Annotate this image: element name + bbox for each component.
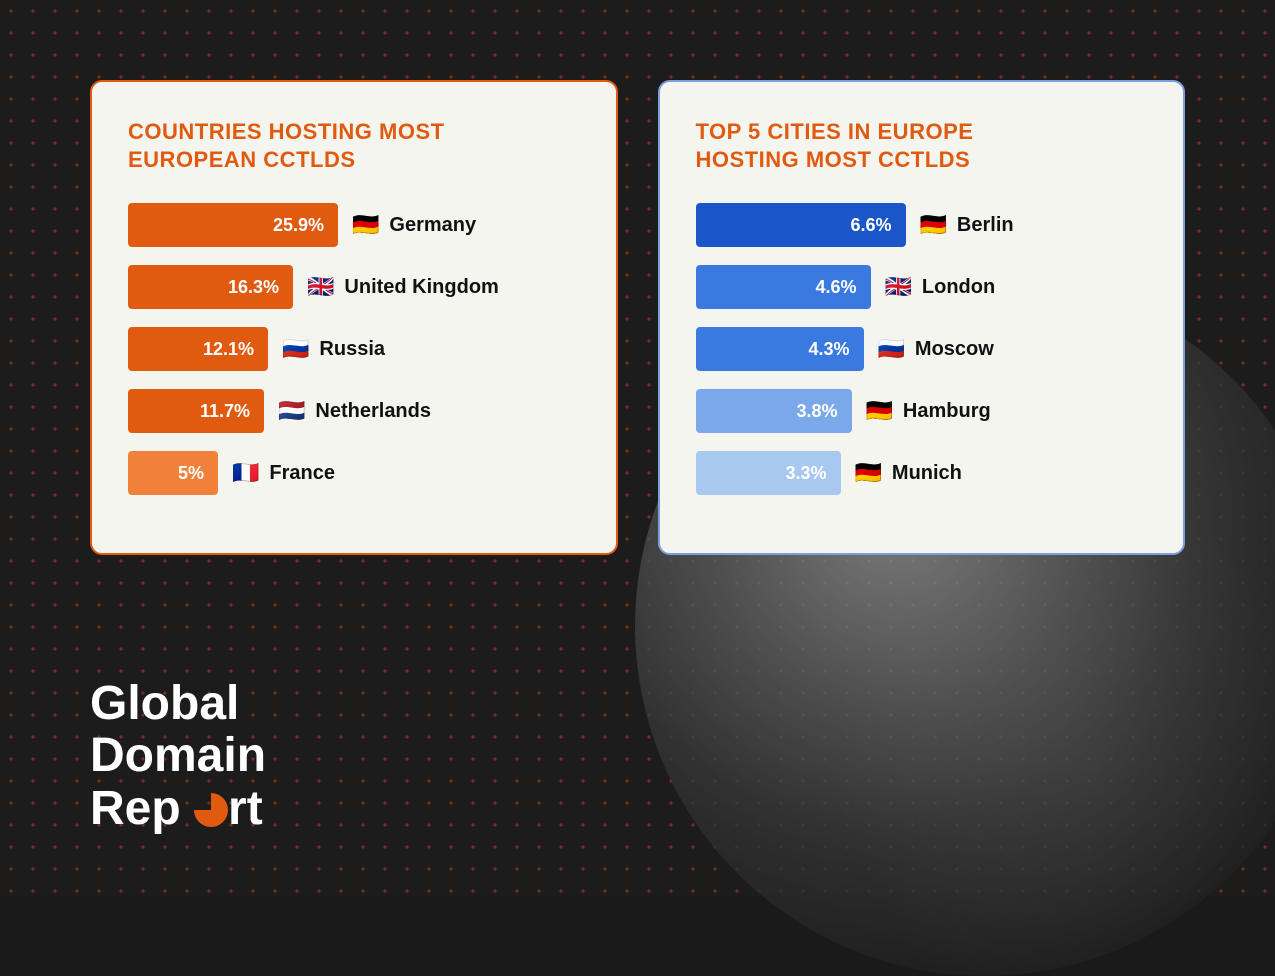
left-card-title: COUNTRIES HOSTING MOSTEUROPEAN CCTLDS xyxy=(128,118,580,173)
country-name: United Kingdom xyxy=(344,276,498,299)
bar-pct: 3.3% xyxy=(785,463,826,484)
country-name: Russia xyxy=(319,338,385,361)
bar-pct: 11.7% xyxy=(200,401,250,422)
logo-line3: Rep rt xyxy=(90,782,263,835)
country-russia: 🇷🇺 Russia xyxy=(282,336,385,362)
flag-netherlands: 🇳🇱 xyxy=(278,398,305,424)
country-name: France xyxy=(269,462,335,485)
city-hamburg: 🇩🇪 Hamburg xyxy=(866,398,991,424)
bar-row: 16.3% 🇬🇧 United Kingdom xyxy=(128,265,580,309)
bar-pct: 12.1% xyxy=(203,339,254,360)
bar-uk: 16.3% xyxy=(128,265,293,309)
bar-moscow: 4.3% xyxy=(696,327,864,371)
logo-text: Global Domain Rep rt xyxy=(90,678,266,836)
left-card: COUNTRIES HOSTING MOSTEUROPEAN CCTLDS 25… xyxy=(90,80,618,555)
logo-line2: Domain xyxy=(90,729,266,782)
cards-container: COUNTRIES HOSTING MOSTEUROPEAN CCTLDS 25… xyxy=(90,80,1185,555)
city-london: 🇬🇧 London xyxy=(885,274,996,300)
flag-france: 🇫🇷 xyxy=(232,460,259,486)
country-france: 🇫🇷 France xyxy=(232,460,335,486)
flag-germany-hamburg: 🇩🇪 xyxy=(866,398,893,424)
bar-row: 11.7% 🇳🇱 Netherlands xyxy=(128,389,580,433)
flag-germany: 🇩🇪 xyxy=(352,212,379,238)
country-name: Germany xyxy=(389,214,476,237)
bar-netherlands: 11.7% xyxy=(128,389,264,433)
city-name: London xyxy=(922,276,995,299)
bar-row: 6.6% 🇩🇪 Berlin xyxy=(696,203,1148,247)
bar-france: 5% xyxy=(128,451,218,495)
bar-pct: 4.3% xyxy=(808,339,849,360)
flag-germany-munich: 🇩🇪 xyxy=(855,460,882,486)
bar-row: 3.8% 🇩🇪 Hamburg xyxy=(696,389,1148,433)
city-name: Hamburg xyxy=(903,400,991,423)
bar-berlin: 6.6% xyxy=(696,203,906,247)
bar-row: 4.3% 🇷🇺 Moscow xyxy=(696,327,1148,371)
flag-russia-moscow: 🇷🇺 xyxy=(878,336,905,362)
bar-pct: 16.3% xyxy=(228,277,279,298)
city-name: Munich xyxy=(892,462,962,485)
bar-hamburg: 3.8% xyxy=(696,389,852,433)
logo-line1: Global xyxy=(90,677,239,730)
country-uk: 🇬🇧 United Kingdom xyxy=(307,274,499,300)
logo-o-icon xyxy=(194,793,228,827)
city-name: Moscow xyxy=(915,338,994,361)
flag-uk-london: 🇬🇧 xyxy=(885,274,912,300)
bar-pct: 5% xyxy=(178,463,204,484)
bar-row: 4.6% 🇬🇧 London xyxy=(696,265,1148,309)
bar-pct: 6.6% xyxy=(850,215,891,236)
flag-uk: 🇬🇧 xyxy=(307,274,334,300)
bar-munich: 3.3% xyxy=(696,451,841,495)
right-card-title: TOP 5 CITIES IN EUROPEHOSTING MOST CCTLD… xyxy=(696,118,1148,173)
right-card: TOP 5 CITIES IN EUROPEHOSTING MOST CCTLD… xyxy=(658,80,1186,555)
bar-pct: 3.8% xyxy=(796,401,837,422)
country-name: Netherlands xyxy=(315,400,431,423)
logo: Global Domain Rep rt xyxy=(90,678,266,836)
bar-germany: 25.9% xyxy=(128,203,338,247)
flag-russia: 🇷🇺 xyxy=(282,336,309,362)
city-berlin: 🇩🇪 Berlin xyxy=(920,212,1014,238)
city-munich: 🇩🇪 Munich xyxy=(855,460,962,486)
bar-pct: 4.6% xyxy=(815,277,856,298)
bar-london: 4.6% xyxy=(696,265,871,309)
flag-germany-berlin: 🇩🇪 xyxy=(920,212,947,238)
city-name: Berlin xyxy=(957,214,1014,237)
country-netherlands: 🇳🇱 Netherlands xyxy=(278,398,431,424)
city-moscow: 🇷🇺 Moscow xyxy=(878,336,994,362)
bar-row: 12.1% 🇷🇺 Russia xyxy=(128,327,580,371)
bar-russia: 12.1% xyxy=(128,327,268,371)
bar-row: 5% 🇫🇷 France xyxy=(128,451,580,495)
bar-row: 25.9% 🇩🇪 Germany xyxy=(128,203,580,247)
bar-pct: 25.9% xyxy=(273,215,324,236)
bar-row: 3.3% 🇩🇪 Munich xyxy=(696,451,1148,495)
country-germany: 🇩🇪 Germany xyxy=(352,212,476,238)
